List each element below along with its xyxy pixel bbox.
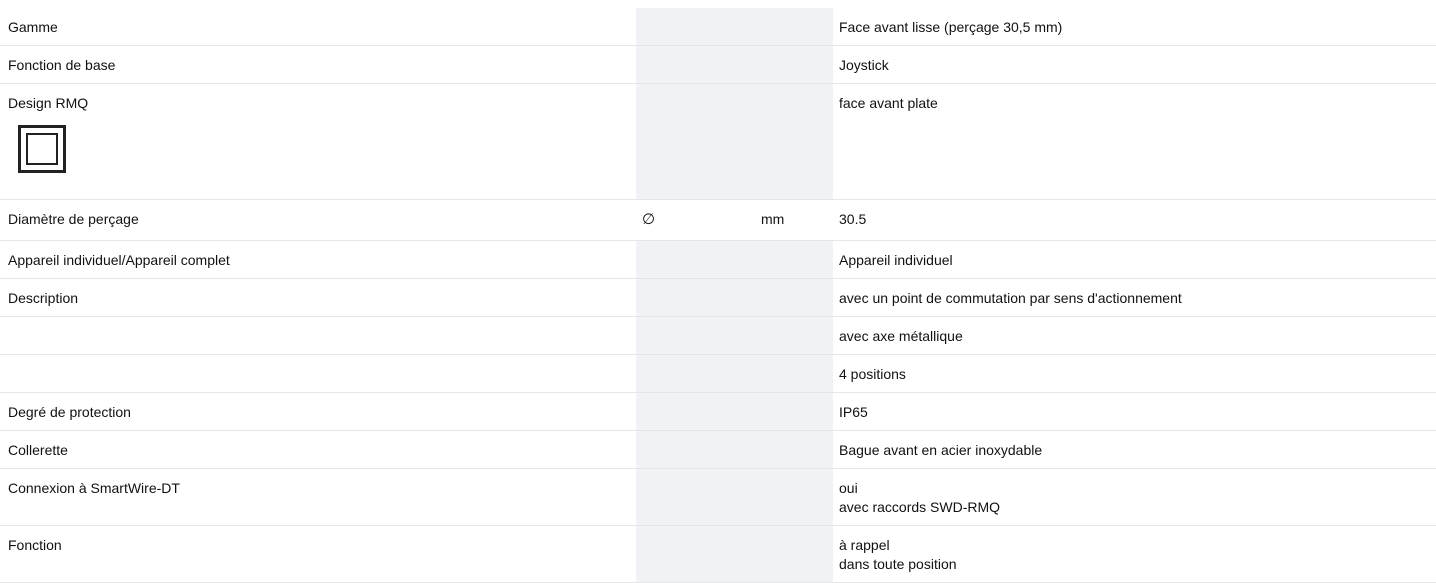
row-symbol xyxy=(636,8,757,46)
row-label: Gamme xyxy=(0,8,636,46)
row-symbol xyxy=(636,316,757,355)
row-unit xyxy=(757,316,833,355)
row-label: Connexion à SmartWire-DT xyxy=(0,468,636,526)
row-label: Appareil individuel/Appareil complet xyxy=(0,240,636,279)
row-symbol xyxy=(636,430,757,469)
row-label xyxy=(0,316,636,355)
row-unit xyxy=(757,83,833,200)
table-row: Degré de protection IP65 xyxy=(0,392,1436,431)
table-row: Fonction de base Joystick xyxy=(0,45,1436,84)
row-value: à rappel dans toute position xyxy=(833,525,1436,583)
row-value: IP65 xyxy=(833,392,1436,431)
row-symbol xyxy=(636,354,757,393)
row-label: Design RMQ xyxy=(0,83,636,200)
value-line: 4 positions xyxy=(839,365,906,382)
row-unit xyxy=(757,468,833,526)
diameter-symbol: ∅ xyxy=(642,209,656,228)
table-row: Gamme Face avant lisse (perçage 30,5 mm) xyxy=(0,8,1436,46)
table-row: Description avec un point de commutation… xyxy=(0,278,1436,317)
value-line: Appareil individuel xyxy=(839,251,953,268)
table-row: Collerette Bague avant en acier inoxydab… xyxy=(0,430,1436,469)
table-row: Connexion à SmartWire-DT oui avec raccor… xyxy=(0,468,1436,526)
row-label xyxy=(0,354,636,393)
value-line: IP65 xyxy=(839,403,868,420)
value-line: avec axe métallique xyxy=(839,327,963,344)
row-value: Face avant lisse (perçage 30,5 mm) xyxy=(833,8,1436,46)
row-unit xyxy=(757,240,833,279)
table-row: Diamètre de perçage ∅ mm 30.5 xyxy=(0,199,1436,241)
row-symbol xyxy=(636,392,757,431)
row-unit xyxy=(757,430,833,469)
table-row: 4 positions xyxy=(0,354,1436,393)
row-unit xyxy=(757,392,833,431)
value-line: Bague avant en acier inoxydable xyxy=(839,441,1043,458)
value-line: face avant plate xyxy=(839,94,938,111)
table-row: Design RMQ face avant plate xyxy=(0,83,1436,200)
value-line: dans toute position xyxy=(839,555,957,572)
value-line: Face avant lisse (perçage 30,5 mm) xyxy=(839,19,1063,35)
value-line: Joystick xyxy=(839,56,889,73)
row-label: Degré de protection xyxy=(0,392,636,431)
row-value: 30.5 xyxy=(833,199,1436,241)
row-unit xyxy=(757,8,833,46)
row-symbol: ∅ xyxy=(636,199,757,241)
row-label: Collerette xyxy=(0,430,636,469)
row-value: Bague avant en acier inoxydable xyxy=(833,430,1436,469)
table-row: Fonction à rappel dans toute position xyxy=(0,525,1436,583)
row-unit: mm xyxy=(757,199,833,241)
table-row: Appareil individuel/Appareil complet App… xyxy=(0,240,1436,279)
value-line: avec raccords SWD-RMQ xyxy=(839,498,1001,515)
row-unit xyxy=(757,354,833,393)
row-symbol xyxy=(636,83,757,200)
row-unit xyxy=(757,278,833,317)
value-line: oui xyxy=(839,479,858,496)
row-value: avec axe métallique xyxy=(833,316,1436,355)
row-value: avec un point de commutation par sens d'… xyxy=(833,278,1436,317)
row-unit xyxy=(757,525,833,583)
row-unit xyxy=(757,45,833,84)
row-value: 4 positions xyxy=(833,354,1436,393)
value-line: avec un point de commutation par sens d'… xyxy=(839,289,1182,306)
row-symbol xyxy=(636,525,757,583)
row-symbol xyxy=(636,45,757,84)
spec-table: Gamme Face avant lisse (perçage 30,5 mm)… xyxy=(0,8,1436,583)
rmq-flat-front-icon xyxy=(18,124,66,173)
row-value: Appareil individuel xyxy=(833,240,1436,279)
value-line: 30.5 xyxy=(839,210,867,227)
row-label: Fonction de base xyxy=(0,45,636,84)
row-label: Diamètre de perçage xyxy=(0,199,636,241)
row-value: oui avec raccords SWD-RMQ xyxy=(833,468,1436,526)
row-symbol xyxy=(636,278,757,317)
value-line: à rappel xyxy=(839,536,890,553)
row-value: Joystick xyxy=(833,45,1436,84)
table-row: avec axe métallique xyxy=(0,316,1436,355)
row-symbol xyxy=(636,468,757,526)
row-value: face avant plate xyxy=(833,83,1436,200)
row-label-text: Design RMQ xyxy=(8,94,89,111)
row-label: Fonction xyxy=(0,525,636,583)
row-label: Description xyxy=(0,278,636,317)
row-symbol xyxy=(636,240,757,279)
